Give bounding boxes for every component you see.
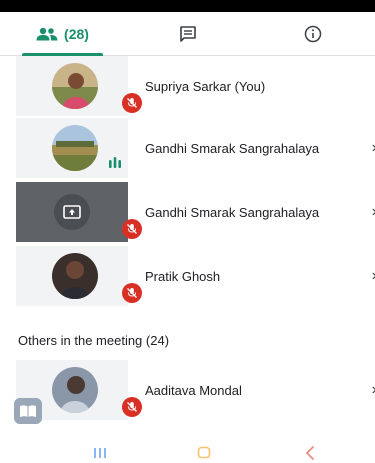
others-section-title: Others in the meeting (24) [18,333,170,348]
recents-icon[interactable] [93,446,107,463]
participant-tile [16,56,142,116]
participant-tile [16,182,142,242]
presenting-badge [54,194,90,230]
participant-row[interactable]: Supriya Sarkar (You) [0,56,375,116]
participant-name: Gandhi Smarak Sangrahalaya [145,204,320,220]
people-count: (28) [64,25,89,42]
participant-name: Supriya Sarkar (You) [145,78,266,94]
participant-name: Aaditava Mondal [145,382,242,398]
status-bar [0,0,375,12]
avatar [52,253,98,299]
mic-off-icon [122,397,142,417]
mic-off-icon [122,219,142,239]
system-nav-bar [0,440,375,463]
book-shortcut-icon[interactable] [14,398,42,424]
avatar [52,63,98,109]
participant-row[interactable]: Gandhi Smarak Sangrahalaya › [0,182,375,242]
home-icon[interactable] [197,446,211,463]
chat-icon [179,25,196,42]
info-icon [304,25,321,42]
present-screen-icon [63,205,81,219]
tab-info[interactable] [250,12,375,55]
tab-chat[interactable] [125,12,250,55]
avatar [52,125,98,171]
participant-tile [16,246,142,306]
participant-row[interactable]: Aaditava Mondal › [0,360,375,420]
speaking-icon [108,156,122,175]
participant-name: Gandhi Smarak Sangrahalaya [145,140,320,156]
mic-off-icon [122,283,142,303]
mic-off-icon [122,93,142,113]
participant-tile [16,118,128,178]
tab-bar: (28) [0,12,375,56]
participant-row[interactable]: Pratik Ghosh › [0,246,375,306]
people-icon [36,27,58,40]
participant-name: Pratik Ghosh [145,268,221,284]
back-icon[interactable] [305,446,315,463]
avatar [52,367,98,413]
tab-people[interactable]: (28) [0,12,125,56]
participant-row[interactable]: Gandhi Smarak Sangrahalaya › [0,118,375,178]
